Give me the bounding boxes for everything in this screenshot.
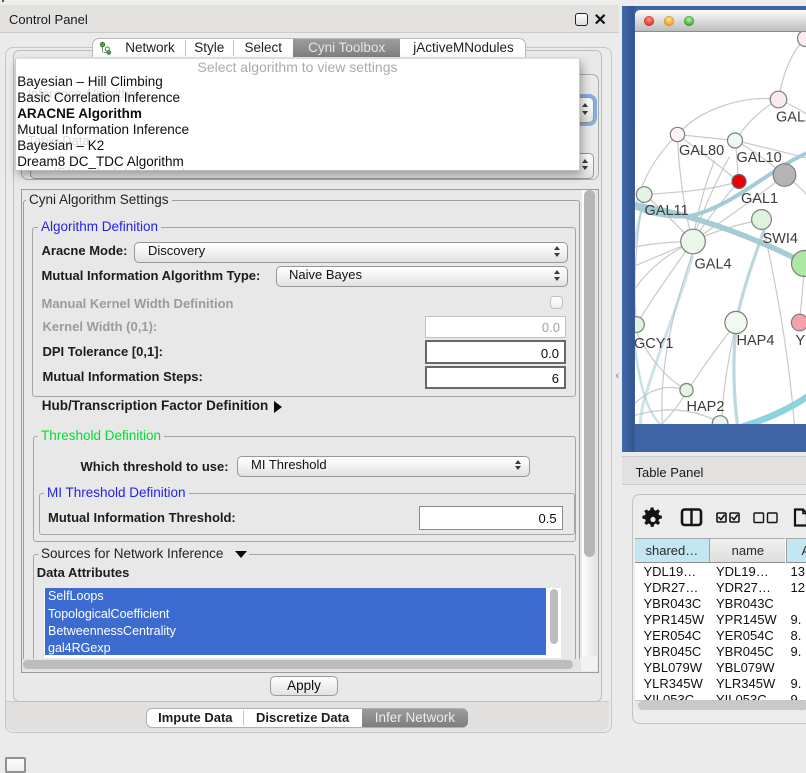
svg-text:GAL2: GAL2: [776, 109, 806, 125]
svg-text:GCY1: GCY1: [635, 336, 674, 352]
svg-text:SWI4: SWI4: [762, 231, 797, 247]
svg-text:GAL10: GAL10: [736, 150, 781, 166]
svg-text:GAL80: GAL80: [679, 143, 724, 159]
svg-text:GAL4: GAL4: [694, 256, 731, 272]
svg-text:GAL1: GAL1: [741, 191, 778, 207]
svg-text:HAP2: HAP2: [686, 399, 724, 415]
svg-text:GAL11: GAL11: [644, 203, 688, 219]
svg-text:YM: YM: [795, 333, 806, 349]
svg-text:HAP4: HAP4: [736, 333, 774, 349]
